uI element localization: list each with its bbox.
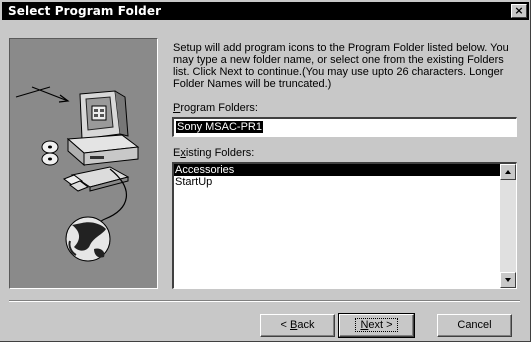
existing-folders-label: Existing Folders: <box>173 147 255 159</box>
instructions-text: Setup will add program icons to the Prog… <box>173 42 509 90</box>
scroll-down-button[interactable] <box>500 272 516 288</box>
back-button[interactable]: < Back <box>260 314 335 337</box>
button-separator <box>9 300 520 302</box>
program-folders-label: Program Folders: <box>173 102 258 114</box>
title-bar: Select Program Folder × <box>2 2 529 20</box>
setup-illustration <box>9 38 158 289</box>
program-folder-value: Sony MSAC-PR1 <box>176 121 263 133</box>
window-title: Select Program Folder <box>8 4 162 18</box>
scroll-up-button[interactable] <box>500 164 516 180</box>
list-scrollbar[interactable] <box>500 164 516 288</box>
next-button[interactable]: Next > <box>338 313 415 338</box>
program-folder-input[interactable]: Sony MSAC-PR1 <box>172 117 517 137</box>
scroll-down-arrow-icon <box>505 278 511 282</box>
list-items: Accessories StartUp <box>174 164 500 288</box>
setup-dialog: Select Program Folder × Setup will add p… <box>0 0 531 342</box>
list-item-accessories[interactable]: Accessories <box>174 164 500 176</box>
close-button[interactable]: × <box>511 4 527 18</box>
existing-folders-list[interactable]: Accessories StartUp <box>172 162 517 289</box>
scroll-up-arrow-icon <box>505 170 511 174</box>
list-item-startup[interactable]: StartUp <box>174 176 500 188</box>
cancel-button[interactable]: Cancel <box>437 314 512 337</box>
close-icon: × <box>514 4 524 17</box>
next-focus: Next > <box>355 318 398 332</box>
